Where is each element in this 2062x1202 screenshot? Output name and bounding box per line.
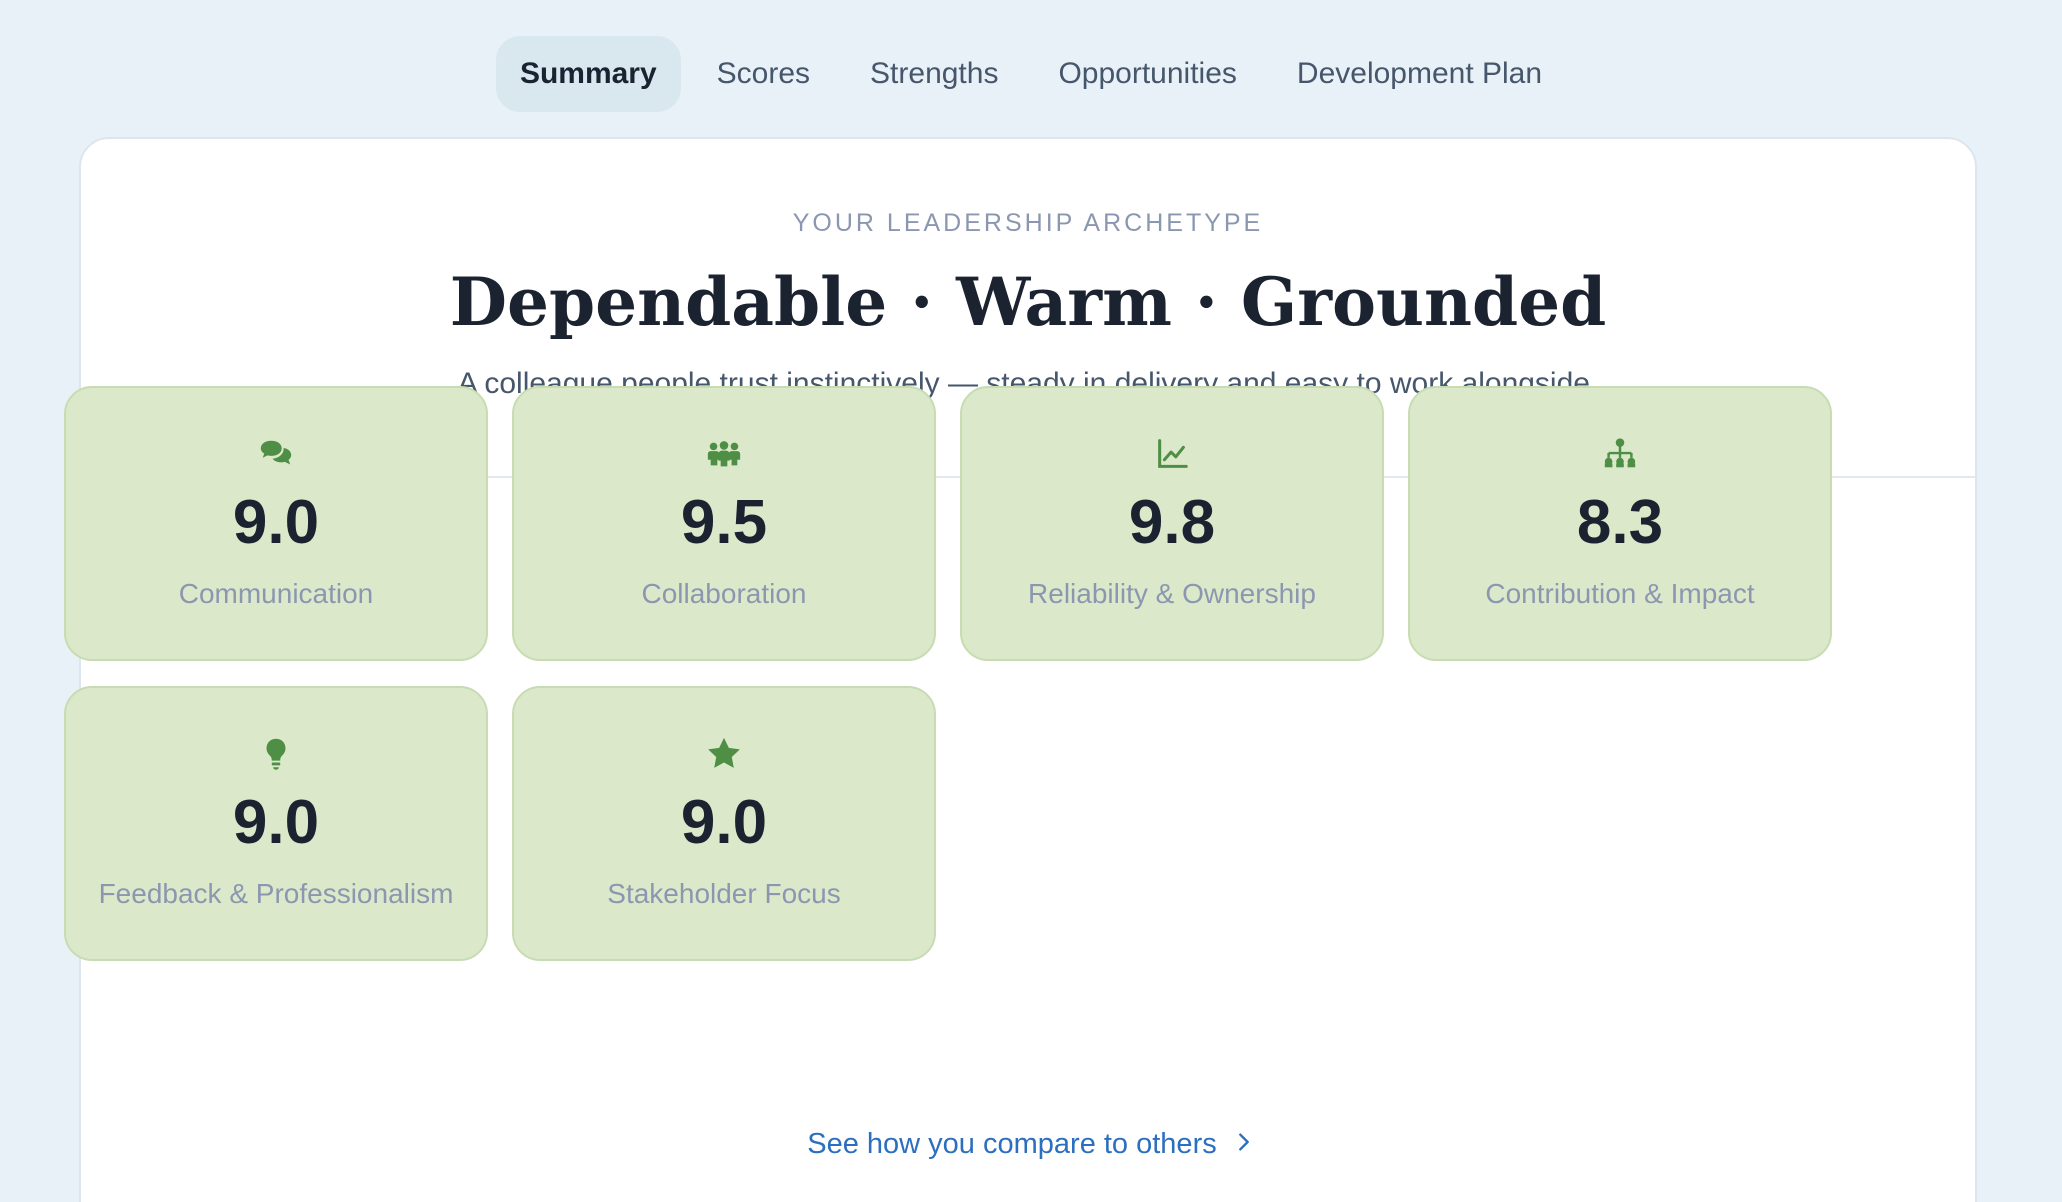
metric-value: 9.0 [232, 488, 320, 557]
star-icon [704, 734, 744, 774]
metric-grid: 9.0 Communication 9.5 Collaboration 9.8 … [64, 386, 1834, 961]
metric-value: 9.0 [680, 788, 768, 857]
metric-label: Feedback & Professionalism [98, 878, 454, 909]
archetype-eyebrow: YOUR LEADERSHIP ARCHETYPE [792, 209, 1264, 237]
lightbulb-icon [256, 734, 296, 774]
report-page: Summary Scores Strengths Opportunities D… [0, 0, 2062, 1202]
tab-development-plan[interactable]: Development Plan [1273, 36, 1566, 112]
tab-opportunities[interactable]: Opportunities [1034, 36, 1260, 112]
people-group-icon [704, 434, 744, 474]
metric-value: 9.5 [680, 488, 768, 557]
archetype-title: Dependable · Warm · Grounded [449, 263, 1607, 341]
chevron-right-icon [1233, 1128, 1255, 1161]
metric-label: Collaboration [641, 578, 807, 609]
org-chart-icon [1600, 434, 1640, 474]
metric-value: 9.8 [1128, 488, 1216, 557]
compare-link-label: See how you compare to others [807, 1128, 1217, 1160]
metric-value: 8.3 [1576, 488, 1664, 557]
chat-bubbles-icon [256, 434, 296, 474]
tab-scores[interactable]: Scores [693, 36, 834, 112]
metric-card-feedback-professionalism[interactable]: 9.0 Feedback & Professionalism [64, 686, 488, 961]
line-chart-icon [1152, 434, 1192, 474]
tab-summary[interactable]: Summary [495, 36, 681, 112]
metric-card-stakeholder-focus[interactable]: 9.0 Stakeholder Focus [512, 686, 936, 961]
metric-card-collaboration[interactable]: 9.5 Collaboration [512, 386, 936, 661]
tab-strengths[interactable]: Strengths [846, 36, 1022, 112]
metric-label: Contribution & Impact [1485, 578, 1755, 609]
metric-label: Stakeholder Focus [607, 878, 841, 909]
metric-card-reliability-ownership[interactable]: 9.8 Reliability & Ownership [960, 386, 1384, 661]
metric-card-contribution-impact[interactable]: 8.3 Contribution & Impact [1408, 386, 1832, 661]
metric-card-communication[interactable]: 9.0 Communication [64, 386, 488, 661]
tab-bar: Summary Scores Strengths Opportunities D… [0, 36, 2062, 112]
metric-label: Reliability & Ownership [1028, 578, 1316, 609]
compare-link[interactable]: See how you compare to others [0, 1128, 2062, 1161]
metric-label: Communication [178, 578, 374, 609]
metric-value: 9.0 [232, 788, 320, 857]
